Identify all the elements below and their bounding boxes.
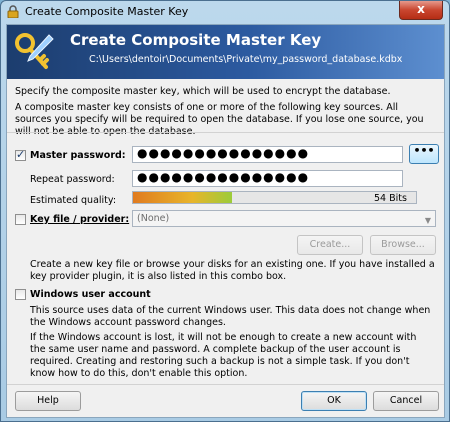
show-password-toggle[interactable]: ••• — [409, 144, 439, 164]
padlock-icon — [7, 5, 19, 18]
windows-account-description: This source uses data of the current Win… — [30, 305, 431, 328]
dialog-window: Create Composite Master Key x Create Com… — [0, 0, 450, 422]
master-password-label: Master password: — [30, 150, 126, 161]
divider — [7, 132, 444, 133]
window-title: Create Composite Master Key — [25, 5, 189, 18]
repeat-password-label: Repeat password: — [30, 174, 115, 185]
key-file-label: Key file / provider: — [30, 214, 130, 225]
intro-text: Specify the composite master key, which … — [15, 86, 391, 97]
master-password-input[interactable]: ●●●●●●●●●●●●●●● — [132, 146, 403, 163]
dialog-footer: Help OK Cancel — [7, 385, 444, 417]
browse-key-file-label: Browse... — [381, 239, 425, 250]
key-file-select[interactable]: (None) ▼ — [132, 210, 436, 227]
dialog-client: Create Composite Master Key C:\Users\den… — [6, 24, 445, 418]
create-key-file-button[interactable]: Create... — [297, 235, 363, 255]
quality-bar-fill — [133, 192, 233, 203]
master-password-checkbox[interactable] — [15, 148, 26, 161]
header-banner: Create Composite Master Key C:\Users\den… — [7, 25, 444, 79]
ok-button[interactable]: OK — [301, 391, 367, 411]
quality-bits: 54 Bits — [374, 193, 407, 204]
help-button[interactable]: Help — [15, 391, 81, 411]
estimated-quality-label: Estimated quality: — [30, 195, 117, 206]
key-file-selected: (None) — [137, 213, 170, 224]
banner-title: Create Composite Master Key — [70, 31, 322, 49]
windows-account-warning: If the Windows account is lost, it will … — [30, 332, 417, 379]
cancel-button[interactable]: Cancel — [373, 391, 439, 411]
browse-key-file-button[interactable]: Browse... — [370, 235, 436, 255]
title-bar: Create Composite Master Key x — [1, 1, 449, 23]
repeat-password-input[interactable]: ●●●●●●●●●●●●●●● — [132, 170, 403, 187]
close-button[interactable]: x — [399, 1, 443, 20]
key-pencil-icon — [15, 33, 54, 69]
database-path: C:\Users\dentoir\Documents\Private\my_pa… — [89, 54, 403, 65]
chevron-down-icon: ▼ — [424, 216, 431, 225]
key-file-description: Create a new key file or browse your dis… — [30, 259, 435, 282]
key-file-checkbox[interactable] — [15, 214, 26, 225]
windows-account-checkbox[interactable] — [15, 289, 26, 300]
create-key-file-label: Create... — [309, 239, 351, 250]
windows-account-label: Windows user account — [30, 289, 151, 300]
